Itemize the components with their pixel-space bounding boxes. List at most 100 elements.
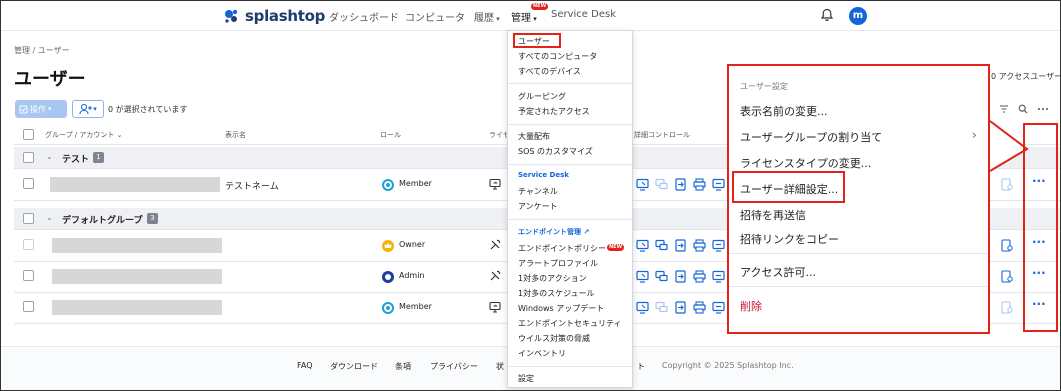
chevron-down-icon[interactable]: ⌄	[46, 213, 53, 222]
select-all-checkbox[interactable]	[23, 129, 34, 140]
menu-item-scheduled-access[interactable]: 予定されたアクセス	[518, 106, 590, 117]
chevron-down-icon: ▾	[93, 105, 97, 113]
bell-icon[interactable]	[820, 8, 834, 22]
nav-dashboard[interactable]: ダッシュボード	[329, 9, 399, 24]
menu-section-service-desk: Service Desk	[518, 171, 569, 179]
menu-item-surveys[interactable]: アンケート	[518, 201, 558, 212]
file-transfer-icon[interactable]	[674, 178, 687, 191]
nav-history[interactable]: 履歴 ▾	[474, 9, 500, 24]
search-icon[interactable]	[1018, 104, 1028, 114]
session-icon[interactable]	[712, 270, 725, 283]
nav-management-label: 管理	[511, 13, 531, 24]
remote-access-icon[interactable]	[636, 301, 649, 314]
nav-service-desk[interactable]: Service Desk	[551, 9, 616, 20]
menu-item-alert-profile[interactable]: アラートプロファイル	[518, 258, 598, 269]
menu-item-endpoint-security[interactable]: エンドポイントセキュリティ	[518, 318, 622, 329]
menu-divider	[508, 164, 632, 165]
menu-item-change-display-name[interactable]: 表示名前の変更...	[740, 103, 828, 119]
user-avatar[interactable]: m	[849, 7, 867, 25]
row-checkbox[interactable]	[23, 270, 34, 281]
group-name: テスト	[62, 155, 90, 165]
menu-item-one-to-many-schedule[interactable]: 1対多のスケジュール	[518, 288, 595, 299]
operations-button[interactable]: 操作 ▾	[15, 100, 67, 118]
print-icon[interactable]	[693, 178, 706, 191]
menu-item-mass-deployment[interactable]: 大量配布	[518, 131, 550, 142]
footer-faq-link[interactable]: FAQ	[297, 361, 313, 370]
file-transfer-icon[interactable]	[674, 270, 687, 283]
menu-item-channels[interactable]: チャンネル	[518, 186, 558, 197]
menu-item-resend-invite[interactable]: 招待を再送信	[740, 207, 806, 223]
footer-status-link[interactable]: 状	[496, 361, 504, 372]
add-user-button[interactable]: ▾	[72, 100, 104, 118]
group-checkbox[interactable]	[23, 213, 34, 224]
footer-link-partial[interactable]: ト	[637, 361, 645, 372]
row-checkbox[interactable]	[23, 239, 34, 250]
session-icon[interactable]	[712, 301, 725, 314]
app-window: splashtop ダッシュボード コンピュータ 履歴 ▾ 管理 ▾ NEW S…	[0, 0, 1061, 391]
remote-access-icon[interactable]	[636, 270, 649, 283]
more-options-icon[interactable]	[1037, 104, 1049, 114]
row-checkbox[interactable]	[23, 301, 34, 312]
role-label: Owner	[399, 240, 426, 249]
session-icon[interactable]	[712, 178, 725, 191]
nav-computers[interactable]: コンピュータ	[405, 9, 465, 24]
menu-item-delete[interactable]: 削除	[740, 298, 762, 314]
user-detail-icon[interactable]	[1001, 270, 1013, 283]
menu-item-all-computers[interactable]: すべてのコンピュータ	[518, 51, 597, 62]
menu-item-all-devices[interactable]: すべてのデバイス	[518, 66, 581, 77]
footer-terms-link[interactable]: 条項	[395, 361, 411, 372]
print-icon[interactable]	[693, 239, 706, 252]
footer-privacy-link[interactable]: プライバシー	[430, 361, 478, 372]
menu-item-copy-invite-link[interactable]: 招待リンクをコピー	[740, 231, 839, 247]
th-group-account[interactable]: グループ / アカウント ⌄	[45, 130, 123, 140]
user-detail-icon[interactable]	[1001, 301, 1013, 314]
chat-icon[interactable]	[655, 239, 668, 252]
nav-management[interactable]: 管理 ▾	[511, 9, 537, 24]
print-icon[interactable]	[693, 301, 706, 314]
redacted-account	[52, 238, 222, 253]
page-title: ユーザー	[14, 69, 86, 90]
chat-icon[interactable]	[655, 301, 668, 314]
menu-divider	[729, 286, 988, 287]
remote-access-icon[interactable]	[636, 239, 649, 252]
logo-text: splashtop	[245, 7, 326, 25]
splashtop-logo[interactable]: splashtop	[223, 5, 325, 27]
group-name: デフォルトグループ	[62, 216, 143, 226]
menu-item-settings[interactable]: 設定	[518, 373, 534, 384]
th-display-name: 表示名	[225, 131, 246, 139]
group-checkbox[interactable]	[23, 152, 34, 163]
session-icon[interactable]	[712, 239, 725, 252]
chat-icon[interactable]	[655, 270, 668, 283]
footer-download-link[interactable]: ダウンロード	[330, 361, 378, 372]
user-detail-icon[interactable]	[1001, 178, 1013, 191]
remote-access-icon[interactable]	[636, 178, 649, 191]
nav-history-label: 履歴	[474, 13, 494, 24]
user-detail-icon[interactable]	[1001, 239, 1013, 252]
user-context-menu: ユーザー設定 表示名前の変更... ユーザーグループの割り当て › ライセンスタ…	[727, 64, 990, 334]
filter-icon[interactable]	[999, 104, 1009, 114]
file-transfer-icon[interactable]	[674, 301, 687, 314]
menu-item-grouping[interactable]: グルーピング	[518, 91, 566, 102]
group-count-badge: 1	[93, 152, 104, 163]
menu-item-access-permission[interactable]: アクセス許可...	[740, 264, 816, 280]
member-role-icon	[382, 179, 394, 191]
menu-item-windows-update[interactable]: Windows アップデート	[518, 303, 604, 314]
menu-item-one-to-many-actions[interactable]: 1対多のアクション	[518, 273, 587, 284]
admin-role-icon	[382, 271, 394, 283]
menu-item-change-license-type[interactable]: ライセンスタイプの変更...	[740, 155, 871, 171]
chat-icon[interactable]	[655, 178, 668, 191]
license-icon	[489, 178, 501, 190]
th-role: ロール	[380, 131, 401, 139]
menu-item-endpoint-policy[interactable]: エンドポイントポリシー	[518, 243, 606, 254]
menu-item-sos-customize[interactable]: SOS のカスタマイズ	[518, 146, 593, 157]
menu-item-inventory[interactable]: インベントリ	[518, 348, 566, 359]
chevron-down-icon[interactable]: ⌄	[46, 152, 53, 161]
endpoint-head-label: エンドポイント管理	[518, 228, 581, 236]
access-users-link[interactable]: 0 アクセスユーザー	[991, 71, 1060, 82]
print-icon[interactable]	[693, 270, 706, 283]
file-transfer-icon[interactable]	[674, 239, 687, 252]
detail-control-icons	[636, 239, 725, 252]
row-checkbox[interactable]	[23, 178, 34, 189]
menu-item-assign-user-group[interactable]: ユーザーグループの割り当て	[740, 129, 882, 145]
menu-item-antivirus-threats[interactable]: ウイルス対策の脅威	[518, 333, 590, 344]
